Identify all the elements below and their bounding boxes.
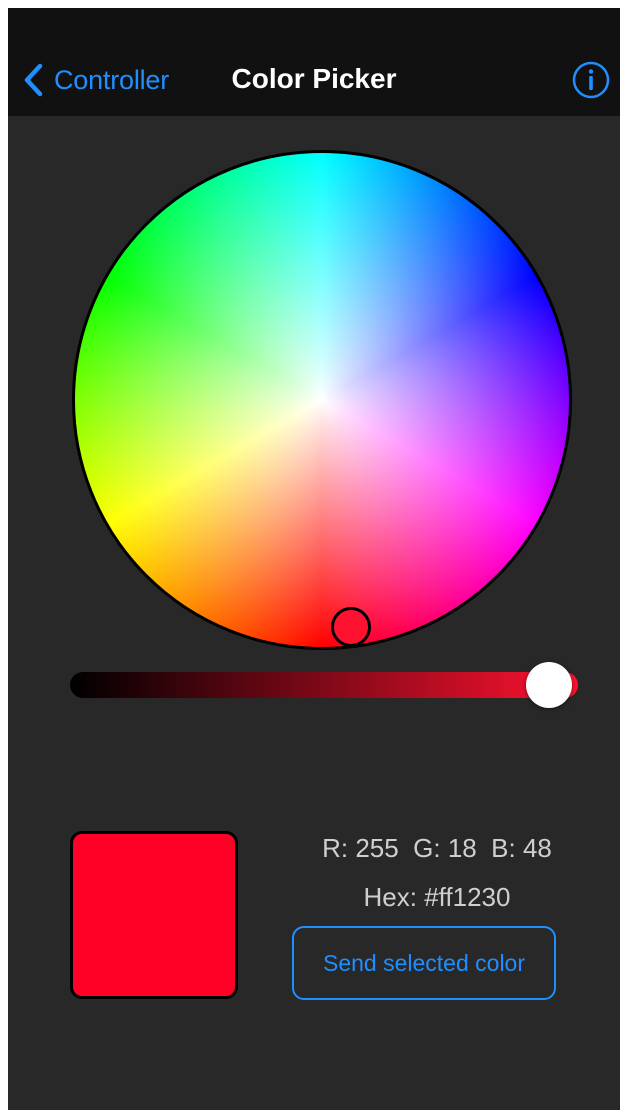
navigation-bar: Controller Color Picker	[8, 8, 620, 116]
rgb-values-label: R: 255 G: 18 B: 48	[322, 833, 552, 863]
info-icon[interactable]	[571, 60, 611, 100]
color-wheel-container	[70, 148, 578, 656]
color-picker-screen: Controller Color Picker R: 255 G: 18 B: …	[8, 8, 620, 1110]
selected-color-swatch	[70, 831, 238, 999]
back-button-label: Controller	[54, 64, 170, 95]
hex-value-label: Hex: #ff1230	[363, 882, 511, 912]
brightness-slider[interactable]	[70, 662, 578, 708]
back-button[interactable]: Controller	[22, 62, 169, 98]
color-wheel[interactable]	[72, 150, 572, 650]
brightness-slider-thumb[interactable]	[526, 662, 572, 708]
chevron-left-icon	[24, 63, 43, 97]
color-wheel-handle[interactable]	[331, 607, 371, 647]
send-selected-color-button[interactable]: Send selected color	[292, 926, 556, 1000]
